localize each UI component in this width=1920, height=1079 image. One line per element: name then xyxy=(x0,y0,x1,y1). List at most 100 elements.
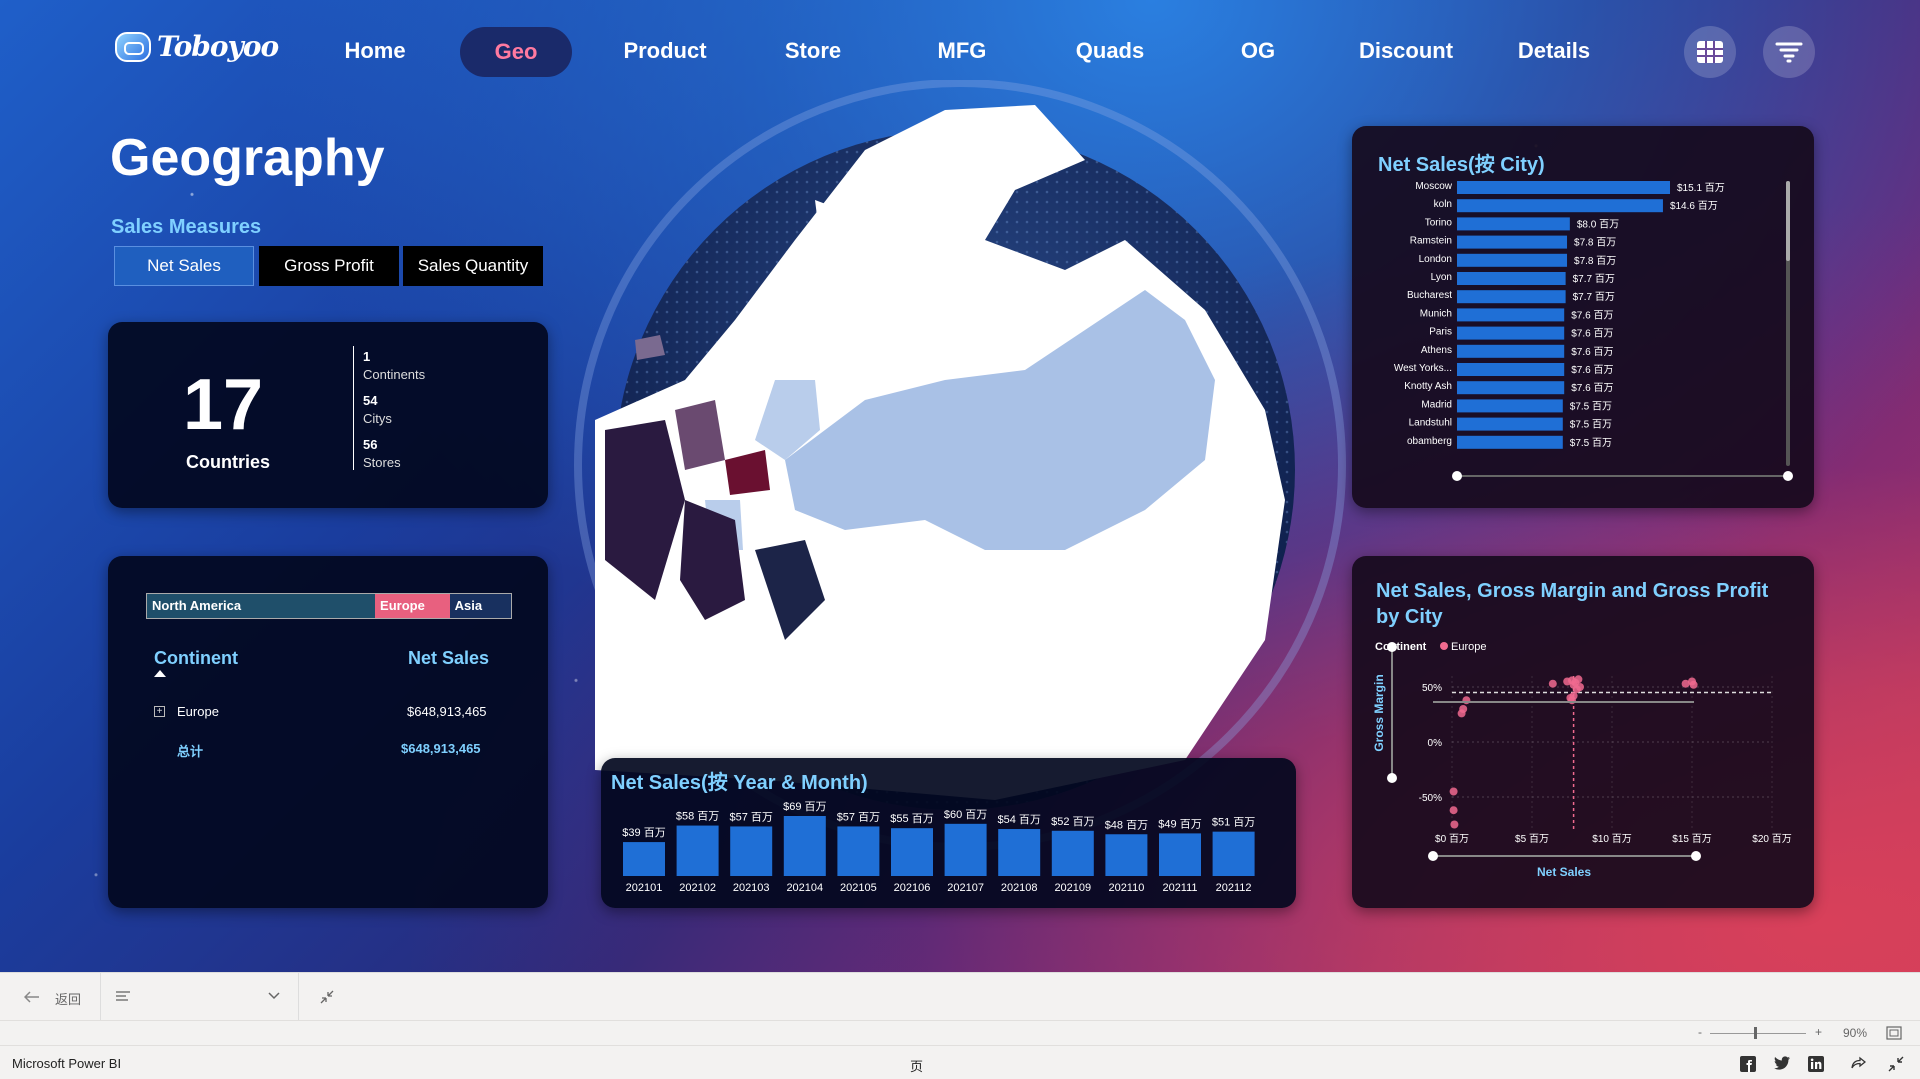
back-arrow-icon[interactable] xyxy=(24,991,40,1003)
pages-menu-icon[interactable] xyxy=(116,991,130,1001)
nav-home[interactable]: Home xyxy=(315,38,435,64)
scatter-point[interactable] xyxy=(1688,677,1696,686)
city-label: Munich xyxy=(1420,308,1452,319)
city-bar[interactable] xyxy=(1457,308,1565,322)
city-bar[interactable] xyxy=(1457,253,1568,267)
scatter-point[interactable] xyxy=(1574,675,1583,684)
month-tick-label: 202108 xyxy=(1001,882,1038,894)
x-tick-label: $15 百万 xyxy=(1672,833,1711,845)
scrollbar-handle-left[interactable] xyxy=(1452,471,1462,481)
city-bar[interactable] xyxy=(1457,326,1565,340)
total-label: 总计 xyxy=(177,744,204,759)
city-data-label: $7.8 百万 xyxy=(1574,255,1616,267)
scatter-point[interactable] xyxy=(1449,787,1458,796)
y-zoom-handle-top[interactable] xyxy=(1387,642,1397,652)
col-header-net-sales[interactable]: Net Sales xyxy=(408,648,489,669)
city-label: Torino xyxy=(1425,217,1453,228)
city-bar[interactable] xyxy=(1457,217,1570,231)
zoom-slider-handle[interactable] xyxy=(1754,1027,1757,1039)
year-month-bar-chart[interactable]: $39 百万 202101 $58 百万 202102 $57 百万 202103 $69 … xyxy=(601,758,1296,908)
city-data-label: $7.6 百万 xyxy=(1571,382,1613,394)
continent-segment[interactable]: Europe xyxy=(375,594,450,618)
geo-globe-map[interactable] xyxy=(565,80,1355,850)
continent-share-bar[interactable]: North America Europe Asia xyxy=(146,593,512,619)
month-bar[interactable] xyxy=(1159,833,1201,876)
nav-discount[interactable]: Discount xyxy=(1346,38,1466,64)
city-bar[interactable] xyxy=(1457,399,1563,413)
city-bar[interactable] xyxy=(1457,272,1566,285)
vertical-scrollbar-thumb[interactable] xyxy=(1786,181,1790,261)
scatter-point[interactable] xyxy=(1450,820,1459,829)
month-tick-label: 202102 xyxy=(679,882,716,894)
nav-og[interactable]: OG xyxy=(1198,38,1318,64)
month-bar[interactable] xyxy=(676,825,719,876)
y-zoom-handle-bottom[interactable] xyxy=(1387,773,1397,783)
month-bar[interactable] xyxy=(1212,831,1255,876)
month-data-label: $52 百万 xyxy=(1051,816,1094,828)
month-bar[interactable] xyxy=(1051,830,1094,876)
legend-marker xyxy=(1440,642,1448,650)
month-bar[interactable] xyxy=(623,842,665,876)
city-bar[interactable] xyxy=(1457,435,1563,449)
month-bar[interactable] xyxy=(998,829,1041,876)
fit-to-page-icon[interactable] xyxy=(1886,1026,1902,1040)
month-data-label: $57 百万 xyxy=(837,811,880,823)
zoom-slider[interactable] xyxy=(1710,1033,1806,1034)
month-bar[interactable] xyxy=(837,826,880,876)
col-header-continent[interactable]: Continent xyxy=(154,648,238,669)
app-name: Microsoft Power BI xyxy=(12,1056,122,1071)
share-icon[interactable] xyxy=(1850,1056,1866,1072)
y-tick-label: 0% xyxy=(1428,738,1443,749)
x-zoom-handle-left[interactable] xyxy=(1428,851,1438,861)
city-bar[interactable] xyxy=(1457,181,1670,194)
month-bar[interactable] xyxy=(783,816,826,876)
scatter-point[interactable] xyxy=(1576,683,1584,691)
expand-icon[interactable]: + xyxy=(154,706,165,717)
city-bar[interactable] xyxy=(1457,235,1568,249)
city-bar[interactable] xyxy=(1457,199,1663,213)
table-icon xyxy=(1697,41,1723,63)
city-data-label: $7.5 百万 xyxy=(1570,437,1612,449)
nav-mfg[interactable]: MFG xyxy=(902,38,1022,64)
city-bar[interactable] xyxy=(1457,363,1565,376)
month-bar[interactable] xyxy=(944,823,987,876)
zoom-out-button[interactable]: - xyxy=(1698,1025,1702,1039)
nav-geo[interactable]: Geo xyxy=(460,27,572,77)
continent-segment[interactable]: Asia xyxy=(449,594,511,618)
month-bar[interactable] xyxy=(1105,834,1148,876)
measure-net-sales-button[interactable]: Net Sales xyxy=(114,246,254,286)
month-bar[interactable] xyxy=(891,828,933,876)
y-tick-label: 50% xyxy=(1422,683,1442,694)
scrollbar-handle-right[interactable] xyxy=(1783,471,1793,481)
scatter-point[interactable] xyxy=(1449,806,1458,815)
exit-fullscreen-icon[interactable] xyxy=(1888,1056,1904,1072)
grid-menu-button[interactable] xyxy=(1684,26,1736,78)
continent-segment[interactable]: North America xyxy=(147,594,376,618)
scatter-chart-card: Net Sales, Gross Margin and Gross Profit… xyxy=(1352,556,1814,908)
month-bar[interactable] xyxy=(730,826,773,876)
twitter-icon[interactable] xyxy=(1774,1056,1790,1070)
facebook-icon[interactable] xyxy=(1740,1056,1756,1072)
city-bar[interactable] xyxy=(1457,344,1565,358)
scatter-chart[interactable]: Continent Europe 50% 0% -50% $0 百万 $5 百万 $10 百万… xyxy=(1352,556,1814,908)
city-bar[interactable] xyxy=(1457,290,1566,304)
city-bar-chart[interactable]: Moscow $15.1 百万 koln $14.6 百万 Torino $8.0 百万 R… xyxy=(1352,126,1814,508)
report-canvas: Toboyoo Home Geo Product Store MFG Quads… xyxy=(0,0,1920,972)
zoom-in-button[interactable]: + xyxy=(1815,1025,1822,1039)
back-label[interactable]: 返回 xyxy=(55,989,81,1008)
linkedin-icon[interactable] xyxy=(1808,1056,1824,1072)
x-zoom-handle-right[interactable] xyxy=(1691,851,1701,861)
filter-button[interactable] xyxy=(1763,26,1815,78)
city-bar[interactable] xyxy=(1457,381,1565,395)
nav-details[interactable]: Details xyxy=(1494,38,1614,64)
nav-quads[interactable]: Quads xyxy=(1050,38,1170,64)
collapse-icon[interactable] xyxy=(320,990,334,1004)
nav-product[interactable]: Product xyxy=(605,38,725,64)
scatter-point[interactable] xyxy=(1457,709,1466,718)
chevron-down-icon[interactable] xyxy=(268,992,280,1000)
measure-sales-quantity-button[interactable]: Sales Quantity xyxy=(403,246,543,286)
scatter-point[interactable] xyxy=(1548,679,1557,688)
measure-gross-profit-button[interactable]: Gross Profit xyxy=(259,246,399,286)
nav-store[interactable]: Store xyxy=(753,38,873,64)
city-bar[interactable] xyxy=(1457,417,1563,431)
